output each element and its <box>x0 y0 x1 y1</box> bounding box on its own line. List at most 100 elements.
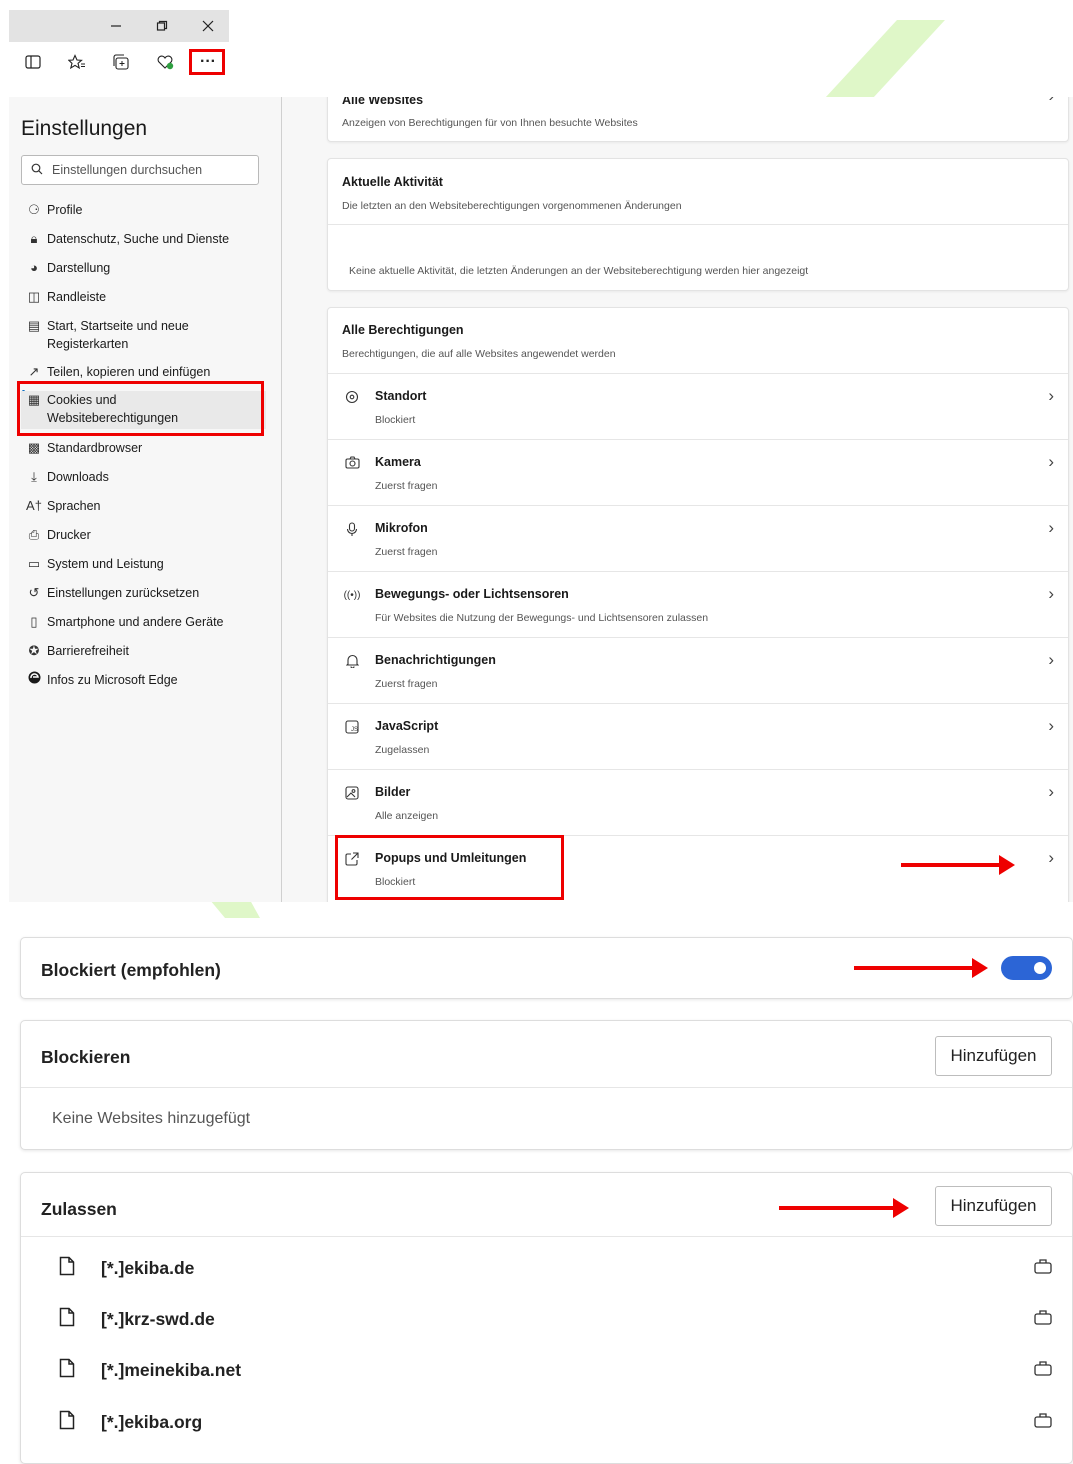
popup-icon <box>342 852 362 869</box>
permission-title: Kamera <box>375 455 421 469</box>
permission-status: Blockiert <box>375 876 416 888</box>
sidebar-item-about[interactable]: Infos zu Microsoft Edge <box>21 671 266 689</box>
block-section-title: Blockieren <box>41 1047 131 1067</box>
sidebar-item-phone[interactable]: ▯ Smartphone und andere Geräte <box>21 613 266 631</box>
settings-page: Einstellungen Einstellungen durchsuchen … <box>9 97 1073 902</box>
sidebar-panel-icon: ◫ <box>27 289 41 304</box>
sidebar-item-label: Barrierefreiheit <box>47 644 129 658</box>
sidebar-item-sidebar[interactable]: ◫ Randleiste <box>21 288 266 306</box>
sidebar-item-label: Cookies und Websiteberechtigungen <box>47 393 179 425</box>
settings-search-input[interactable]: Einstellungen durchsuchen <box>21 155 259 185</box>
sidebar-item-downloads[interactable]: ⤓ Downloads <box>21 468 266 486</box>
permission-status: Alle anzeigen <box>375 810 439 822</box>
red-arrow <box>854 958 988 978</box>
sidebar-item-cookies[interactable]: ▦ Cookies und Websiteberechtigungen <box>21 391 266 429</box>
site-name: [*.]ekiba.org <box>101 1412 203 1432</box>
search-placeholder: Einstellungen durchsuchen <box>52 163 203 177</box>
permission-row-javascript[interactable]: JS JavaScript Zugelassen › <box>328 703 1068 770</box>
sidebar-item-profile[interactable]: ⚆ Profile <box>21 201 266 219</box>
sidebar-item-label: Drucker <box>47 528 91 542</box>
card-title: Alle Berechtigungen <box>342 323 464 337</box>
sidebar-item-label: Teilen, kopieren und einfügen <box>47 365 211 379</box>
permission-status: Für Websites die Nutzung der Bewegungs- … <box>375 612 709 624</box>
permission-row-sensors[interactable]: ((•)) Bewegungs- oder Lichtsensoren Für … <box>328 571 1068 638</box>
profile-icon: ⚆ <box>28 202 40 217</box>
sidebar-item-label: Datenschutz, Suche und Dienste <box>47 232 230 246</box>
sidebar-item-start-page[interactable]: ▤ Start, Startseite und neue Registerkar… <box>21 317 266 353</box>
sidebar-item-label: Einstellungen zurücksetzen <box>47 586 200 600</box>
sidebar-item-system[interactable]: ▭ System und Leistung <box>21 555 266 573</box>
permission-status: Blockiert <box>375 414 416 426</box>
allowed-site-row: [*.]meinekiba.net <box>21 1346 1072 1398</box>
image-icon <box>342 786 362 803</box>
sidebar-item-label: Sprachen <box>47 499 101 513</box>
divider <box>328 224 1068 225</box>
edge-logo-icon <box>21 671 47 689</box>
minimize-icon[interactable] <box>93 10 139 42</box>
more-icon[interactable]: ··· <box>194 48 222 76</box>
laptop-icon: ▭ <box>27 556 41 571</box>
allowed-site-row: [*.]krz-swd.de <box>21 1295 1072 1347</box>
chevron-right-icon: › <box>1048 584 1054 603</box>
javascript-icon: JS <box>342 720 362 737</box>
card-subtitle: Anzeigen von Berechtigungen für von Ihne… <box>342 117 638 129</box>
sidebar-item-label: Darstellung <box>47 261 111 275</box>
sidebar-item-label: Standardbrowser <box>47 441 143 455</box>
permission-row-images[interactable]: Bilder Alle anzeigen › <box>328 769 1068 836</box>
reset-icon: ↺ <box>28 585 40 600</box>
close-icon[interactable] <box>185 10 231 42</box>
chevron-right-icon: › <box>1048 782 1054 801</box>
sidebar-item-languages[interactable]: A† Sprachen <box>21 497 266 515</box>
sidebar-item-default-browser[interactable]: ▩ Standardbrowser <box>21 439 266 457</box>
default-browser-icon: ▩ <box>27 440 41 455</box>
all-websites-card[interactable]: Alle Websites Anzeigen von Berechtigunge… <box>327 97 1069 142</box>
browser-essentials-icon[interactable] <box>151 48 179 76</box>
settings-sidebar: Einstellungen Einstellungen durchsuchen … <box>9 97 282 902</box>
permission-title: Standort <box>375 389 427 403</box>
file-icon <box>59 1256 75 1282</box>
download-icon: ⤓ <box>31 469 37 484</box>
delete-icon[interactable] <box>1034 1360 1052 1381</box>
sidebar-item-privacy[interactable]: 🔒︎ Datenschutz, Suche und Dienste <box>21 230 266 248</box>
permission-title: Popups und Umleitungen <box>375 851 527 865</box>
permission-row-notifications[interactable]: Benachrichtigungen Zuerst fragen › <box>328 637 1068 704</box>
sidebar-item-label: Randleiste <box>47 290 107 304</box>
sidebar-item-label: Start, Startseite und neue Registerkarte… <box>47 319 189 351</box>
sidebar-item-share[interactable]: ↗ Teilen, kopieren und einfügen <box>21 363 266 381</box>
permission-status: Zuerst fragen <box>375 480 438 492</box>
delete-icon[interactable] <box>1034 1258 1052 1279</box>
sidebar-item-appearance[interactable]: ◕ Darstellung <box>21 259 266 277</box>
sensor-icon: ((•)) <box>343 590 361 601</box>
permission-row-camera[interactable]: Kamera Zuerst fragen › <box>328 439 1068 506</box>
site-name: [*.]meinekiba.net <box>101 1360 242 1380</box>
blocked-toggle[interactable] <box>1001 956 1052 980</box>
svg-text:JS: JS <box>351 727 358 733</box>
recent-empty-text: Keine aktuelle Aktivität, die letzten Än… <box>349 265 809 277</box>
allowed-site-row: [*.]ekiba.de <box>21 1244 1072 1296</box>
restore-icon[interactable] <box>139 10 185 42</box>
block-add-button[interactable]: Hinzufügen <box>935 1036 1052 1076</box>
sidebar-item-reset[interactable]: ↺ Einstellungen zurücksetzen <box>21 584 266 602</box>
divider <box>21 1087 1072 1088</box>
collections-icon[interactable] <box>107 48 135 76</box>
delete-icon[interactable] <box>1034 1412 1052 1433</box>
favorites-icon[interactable] <box>63 48 91 76</box>
camera-icon <box>342 456 362 472</box>
microphone-icon <box>342 522 362 540</box>
chevron-right-icon: › <box>1048 650 1054 669</box>
window-titlebar <box>9 10 229 42</box>
file-icon <box>59 1358 75 1384</box>
lock-icon: 🔒︎ <box>30 231 38 246</box>
allow-add-button[interactable]: Hinzufügen <box>935 1186 1052 1226</box>
permission-row-microphone[interactable]: Mikrofon Zuerst fragen › <box>328 505 1068 572</box>
sidebar-item-printer[interactable]: ⎙ Drucker <box>21 526 266 544</box>
delete-icon[interactable] <box>1034 1309 1052 1330</box>
permission-row-popups[interactable]: Popups und Umleitungen Blockiert › <box>328 835 1068 902</box>
permission-title: Bewegungs- oder Lichtsensoren <box>375 587 569 601</box>
sidebar-item-accessibility[interactable]: ✪ Barrierefreiheit <box>21 642 266 660</box>
printer-icon: ⎙ <box>28 527 40 542</box>
permission-row-location[interactable]: Standort Blockiert › <box>328 373 1068 440</box>
split-screen-icon[interactable] <box>19 48 47 76</box>
location-icon <box>342 390 362 407</box>
permission-status: Zugelassen <box>375 744 430 756</box>
